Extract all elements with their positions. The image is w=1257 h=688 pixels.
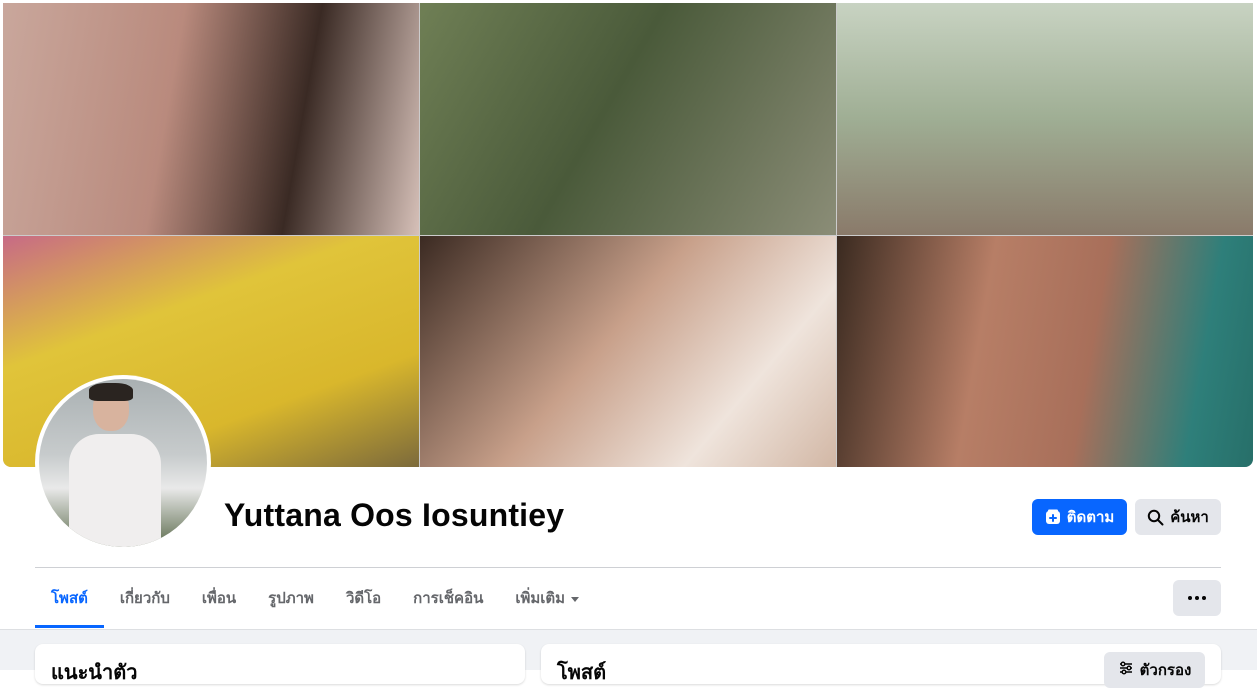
- tab-friends[interactable]: เพื่อน: [186, 568, 252, 628]
- tab-more[interactable]: เพิ่มเติม: [499, 568, 595, 628]
- filter-sliders-icon: [1118, 660, 1134, 680]
- tab-label: รูปภาพ: [268, 590, 314, 607]
- more-dots-icon: [1195, 596, 1199, 600]
- tab-label: วิดีโอ: [345, 590, 382, 607]
- posts-card-title: โพสต์: [557, 662, 607, 684]
- profile-avatar[interactable]: [35, 375, 211, 551]
- more-options-button[interactable]: [1173, 580, 1221, 616]
- cover-photo-tile: [837, 3, 1253, 235]
- follow-plus-icon: [1045, 509, 1061, 525]
- follow-label: ติดตาม: [1066, 509, 1115, 526]
- tab-label: เพิ่มเติม: [515, 590, 566, 607]
- profile-name: Yuttana Oos Iosuntiey: [224, 497, 565, 533]
- filter-button[interactable]: ตัวกรอง: [1104, 652, 1205, 688]
- cover-photo-tile: [420, 3, 836, 235]
- filter-label: ตัวกรอง: [1139, 662, 1192, 679]
- tab-photos[interactable]: รูปภาพ: [252, 568, 330, 628]
- cover-photo-tile: [3, 3, 419, 235]
- more-dots-icon: [1202, 596, 1206, 600]
- more-dots-icon: [1188, 596, 1192, 600]
- follow-button[interactable]: ติดตาม: [1032, 499, 1127, 535]
- caret-down-icon: [571, 596, 580, 602]
- tab-label: โพสต์: [51, 590, 88, 607]
- profile-tabs: โพสต์ เกี่ยวกับ เพื่อน รูปภาพ วิดีโอ การ…: [35, 568, 595, 628]
- cover-photo-collage[interactable]: [3, 3, 1253, 467]
- avatar-image: [39, 379, 207, 547]
- tab-label: การเช็คอิน: [413, 590, 484, 607]
- search-icon: [1147, 509, 1164, 526]
- tab-videos[interactable]: วิดีโอ: [330, 568, 397, 628]
- intro-card-title: แนะนำตัว: [51, 662, 138, 684]
- search-label: ค้นหา: [1170, 509, 1209, 526]
- tab-posts[interactable]: โพสต์: [35, 568, 104, 628]
- tab-about[interactable]: เกี่ยวกับ: [104, 568, 186, 628]
- cover-photo-tile: [420, 236, 836, 467]
- intro-card: แนะนำตัว: [35, 644, 525, 684]
- search-button[interactable]: ค้นหา: [1135, 499, 1221, 535]
- tab-checkins[interactable]: การเช็คอิน: [397, 568, 499, 628]
- cover-photo-tile: [837, 236, 1253, 467]
- tab-label: เพื่อน: [201, 590, 237, 607]
- tab-label: เกี่ยวกับ: [119, 590, 170, 607]
- posts-card: โพสต์ ตัวกรอง: [541, 644, 1221, 688]
